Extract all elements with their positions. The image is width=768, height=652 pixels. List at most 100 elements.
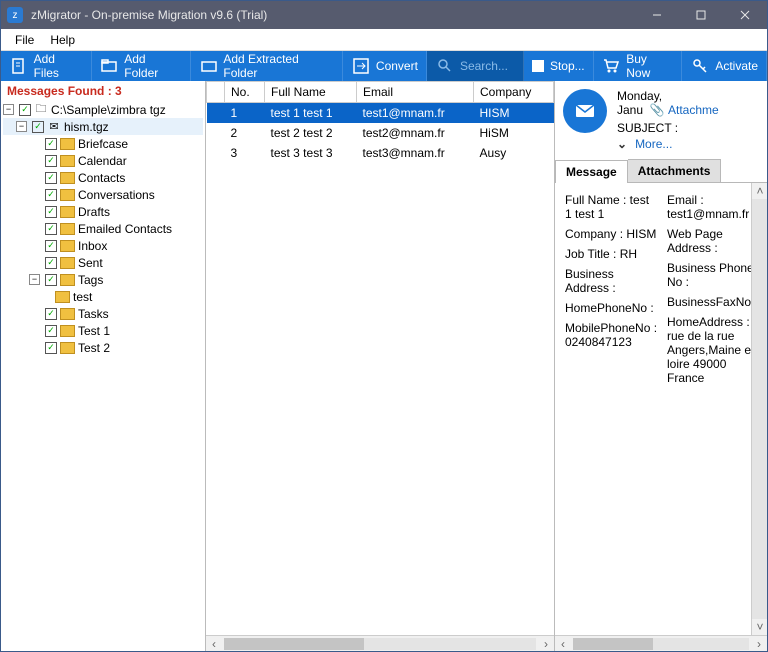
table-row[interactable]: 3test 3 test 3test3@mnam.frAusy [207, 143, 554, 163]
preview-field: HomeAddress : 1 rue de la rue Angers,Mai… [667, 315, 761, 385]
activate-button[interactable]: Activate [682, 51, 767, 81]
folder-icon [60, 189, 75, 201]
expander-icon[interactable]: − [16, 121, 27, 132]
stop-button[interactable]: Stop... [524, 51, 594, 81]
preview-vertical-scrollbar[interactable]: ˄ ˅ [751, 183, 767, 635]
checkbox[interactable]: ✓ [45, 223, 57, 235]
scroll-track[interactable] [752, 199, 767, 619]
attachment-icon: 📎 [650, 103, 665, 117]
scroll-track[interactable] [224, 638, 536, 650]
cart-icon [602, 56, 622, 76]
maximize-button[interactable] [679, 1, 723, 29]
col-email[interactable]: Email [356, 82, 473, 103]
window-title: zMigrator - On-premise Migration v9.6 (T… [31, 8, 635, 22]
tree-item[interactable]: ✓ Calendar [3, 152, 203, 169]
folder-icon [60, 206, 75, 218]
tab-message[interactable]: Message [555, 160, 628, 183]
checkbox[interactable]: ✓ [32, 121, 44, 133]
checkbox[interactable]: ✓ [45, 155, 57, 167]
folder-icon [60, 240, 75, 252]
convert-icon [351, 56, 371, 76]
center-panel: No. Full Name Email Company 1test 1 test… [206, 81, 555, 651]
checkbox[interactable]: ✓ [45, 206, 57, 218]
checkbox[interactable]: ✓ [45, 308, 57, 320]
search-box[interactable] [427, 51, 524, 81]
menu-help[interactable]: Help [42, 31, 83, 49]
cell-full-name: test 1 test 1 [265, 103, 357, 124]
tree-item[interactable]: ✓Test 1 [3, 322, 203, 339]
checkbox[interactable]: ✓ [45, 240, 57, 252]
tree-item[interactable]: ✓Conversations [3, 186, 203, 203]
tree-item-label: Test 2 [78, 341, 110, 355]
tree-root[interactable]: − ✓ 🗀 C:\Sample\zimbra tgz [3, 101, 203, 118]
search-input[interactable] [460, 59, 515, 73]
tree-item[interactable]: ✓ Test 2 [3, 339, 203, 356]
scroll-left-icon[interactable]: ‹ [555, 636, 571, 652]
scroll-thumb[interactable] [224, 638, 364, 650]
tree-item-label: Calendar [78, 154, 127, 168]
scroll-track[interactable] [573, 638, 749, 650]
checkbox[interactable]: ✓ [45, 274, 57, 286]
expander-icon[interactable]: − [3, 104, 14, 115]
checkbox[interactable]: ✓ [45, 189, 57, 201]
checkbox[interactable]: ✓ [19, 104, 31, 116]
col-no[interactable]: No. [225, 82, 265, 103]
tree-file[interactable]: − ✓ ✉ hism.tgz [3, 118, 203, 135]
checkbox[interactable]: ✓ [45, 172, 57, 184]
toolbar-label: Activate [715, 59, 758, 73]
tab-attachments[interactable]: Attachments [628, 159, 722, 182]
add-files-button[interactable]: Add Files [1, 51, 92, 81]
checkbox[interactable]: ✓ [45, 325, 57, 337]
tree-item[interactable]: ✓Emailed Contacts [3, 220, 203, 237]
col-full-name[interactable]: Full Name [265, 82, 357, 103]
checkbox[interactable]: ✓ [45, 257, 57, 269]
scroll-thumb[interactable] [573, 638, 653, 650]
col-blank[interactable] [207, 82, 225, 103]
tree-tags-child[interactable]: test [3, 288, 203, 305]
convert-button[interactable]: Convert [343, 51, 427, 81]
tree-item[interactable]: ✓ Contacts [3, 169, 203, 186]
preview-field: MobilePhoneNo : 0240847123 [565, 321, 659, 349]
folder-icon [60, 172, 75, 184]
preview-horizontal-scrollbar[interactable]: ‹ › [555, 635, 767, 651]
preview-field: Job Title : RH [565, 247, 659, 261]
expander-icon[interactable]: − [29, 274, 40, 285]
scroll-right-icon[interactable]: › [751, 636, 767, 652]
file-plus-icon [9, 56, 29, 76]
checkbox[interactable]: ✓ [45, 138, 57, 150]
tree-item[interactable]: ✓ Drafts [3, 203, 203, 220]
scroll-down-icon[interactable]: ˅ [752, 619, 767, 635]
tree-item-label: Contacts [78, 171, 125, 185]
scroll-left-icon[interactable]: ‹ [206, 636, 222, 652]
close-button[interactable] [723, 1, 767, 29]
buy-now-button[interactable]: Buy Now [594, 51, 683, 81]
scroll-right-icon[interactable]: › [538, 636, 554, 652]
menu-file[interactable]: File [7, 31, 42, 49]
tree-item-label: Drafts [78, 205, 110, 219]
folder-tree[interactable]: − ✓ 🗀 C:\Sample\zimbra tgz − ✓ ✉ hism.tg… [1, 101, 205, 651]
tree-item[interactable]: ✓Briefcase [3, 135, 203, 152]
col-company[interactable]: Company [474, 82, 554, 103]
stop-checkbox[interactable] [532, 60, 544, 72]
tree-item-label: Sent [78, 256, 103, 270]
table-row[interactable]: 1test 1 test 1test1@mnam.frHISM [207, 103, 554, 124]
checkbox[interactable]: ✓ [45, 342, 57, 354]
table-row[interactable]: 2test 2 test 2test2@mnam.frHiSM [207, 123, 554, 143]
scroll-up-icon[interactable]: ˄ [752, 183, 767, 199]
more-toggle[interactable]: ⌄More... [617, 137, 759, 151]
tree-tags[interactable]: − ✓ Tags [3, 271, 203, 288]
preview-field: Email : test1@mnam.fr [667, 193, 761, 221]
tree-item[interactable]: ✓Tasks [3, 305, 203, 322]
tree-item[interactable]: ✓ Inbox [3, 237, 203, 254]
tree-item[interactable]: ✓ Sent [3, 254, 203, 271]
drive-icon: 🗀 [34, 103, 48, 117]
subject-label: SUBJECT : [617, 121, 759, 135]
minimize-button[interactable] [635, 1, 679, 29]
menubar: File Help [1, 29, 767, 51]
table-scroll[interactable]: No. Full Name Email Company 1test 1 test… [206, 81, 554, 635]
center-horizontal-scrollbar[interactable]: ‹ › [206, 635, 554, 651]
add-extracted-folder-button[interactable]: Add Extracted Folder [191, 51, 343, 81]
add-folder-button[interactable]: Add Folder [92, 51, 191, 81]
attachments-link[interactable]: Attachme [668, 103, 719, 117]
tree-item-label: Inbox [78, 239, 107, 253]
